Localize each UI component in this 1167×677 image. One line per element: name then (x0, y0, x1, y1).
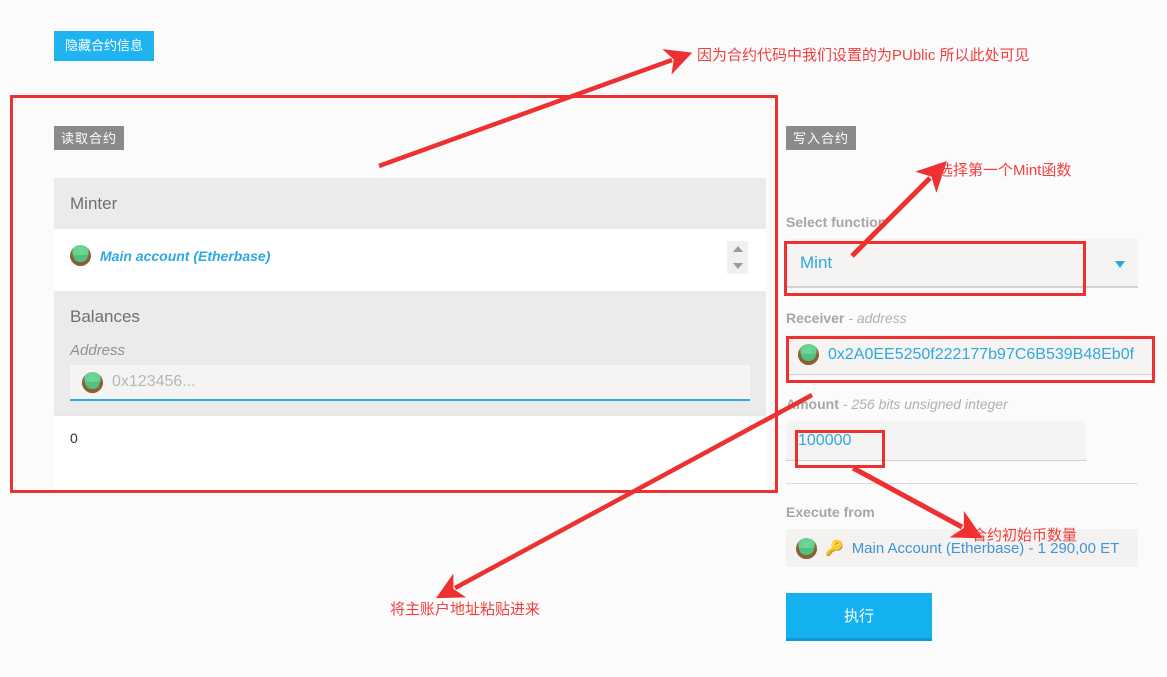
execute-button[interactable]: 执行 (786, 593, 932, 641)
identicon-avatar-icon (82, 371, 103, 393)
minter-card: Minter Main account (Etherbase) (54, 178, 766, 291)
selected-function-value: Mint (800, 252, 833, 272)
receiver-label: Receiver - address (786, 310, 1138, 326)
write-contract-column: Select function Mint Receiver - address … (786, 178, 1152, 641)
write-contract-badge: 写入合约 (786, 126, 857, 150)
receiver-value: 0x2A0EE5250f222177b97C6B539B48Eb0f (828, 345, 1135, 363)
read-contract-badge: 读取合约 (54, 126, 125, 150)
receiver-type-text: - address (844, 310, 907, 326)
balances-result: 0 (54, 415, 766, 462)
annotation-public-note: 因为合约代码中我们设置的为PUblic 所以此处可见 (697, 47, 1030, 64)
execute-from-select[interactable]: 🔑 Main Account (Etherbase) - 1 290,00 ET (786, 529, 1138, 567)
caret-down-icon[interactable] (732, 262, 743, 269)
key-icon: 🔑 (825, 540, 844, 557)
balances-card: Balances Address 0x123456... (54, 291, 766, 415)
identicon-avatar-icon (798, 344, 819, 365)
hide-contract-info-button[interactable]: 隐藏合约信息 (54, 31, 154, 61)
identicon-avatar-icon (70, 245, 91, 266)
card-tail-spacer (54, 462, 766, 492)
amount-type-text: - 256 bits unsigned integer (838, 396, 1008, 412)
receiver-input[interactable]: 0x2A0EE5250f222177b97C6B539B48Eb0f (786, 335, 1152, 375)
annotation-paste-address-note: 将主账户地址粘贴进来 (390, 601, 541, 618)
divider (786, 483, 1138, 484)
minter-account-label: Main account (Etherbase) (100, 247, 271, 264)
select-function-dropdown[interactable]: Mint (786, 239, 1138, 288)
balances-header: Balances (54, 291, 766, 342)
annotation-initial-amount-note: 合约初始币数量 (972, 527, 1078, 544)
balances-address-label: Address (70, 342, 126, 359)
execute-from-label: Execute from (786, 504, 875, 520)
receiver-label-text: Receiver (786, 310, 845, 326)
caret-up-icon[interactable] (732, 246, 743, 253)
identicon-avatar-icon (796, 537, 817, 559)
amount-input[interactable]: 100000 (786, 421, 1086, 461)
select-function-label: Select function (786, 214, 887, 230)
balances-address-input[interactable]: 0x123456... (70, 365, 750, 401)
read-contract-badge-wrap: 读取合约 (54, 126, 125, 150)
minter-account: Main account (Etherbase) (70, 245, 270, 266)
minter-stepper[interactable] (727, 241, 748, 274)
balances-address-placeholder: 0x123456... (112, 373, 196, 390)
amount-label: Amount - 256 bits unsigned integer (786, 396, 1138, 412)
annotation-select-mint-note: 选择第一个Mint函数 (938, 162, 1072, 179)
amount-value: 100000 (798, 431, 852, 449)
write-contract-badge-wrap: 写入合约 (786, 126, 857, 150)
amount-label-text: Amount (786, 396, 839, 412)
chevron-down-icon[interactable] (1115, 261, 1125, 268)
minter-header: Minter (54, 178, 766, 229)
read-contract-column: Minter Main account (Etherbase) Balances… (54, 178, 766, 492)
minter-value-row: Main account (Etherbase) (54, 229, 766, 291)
